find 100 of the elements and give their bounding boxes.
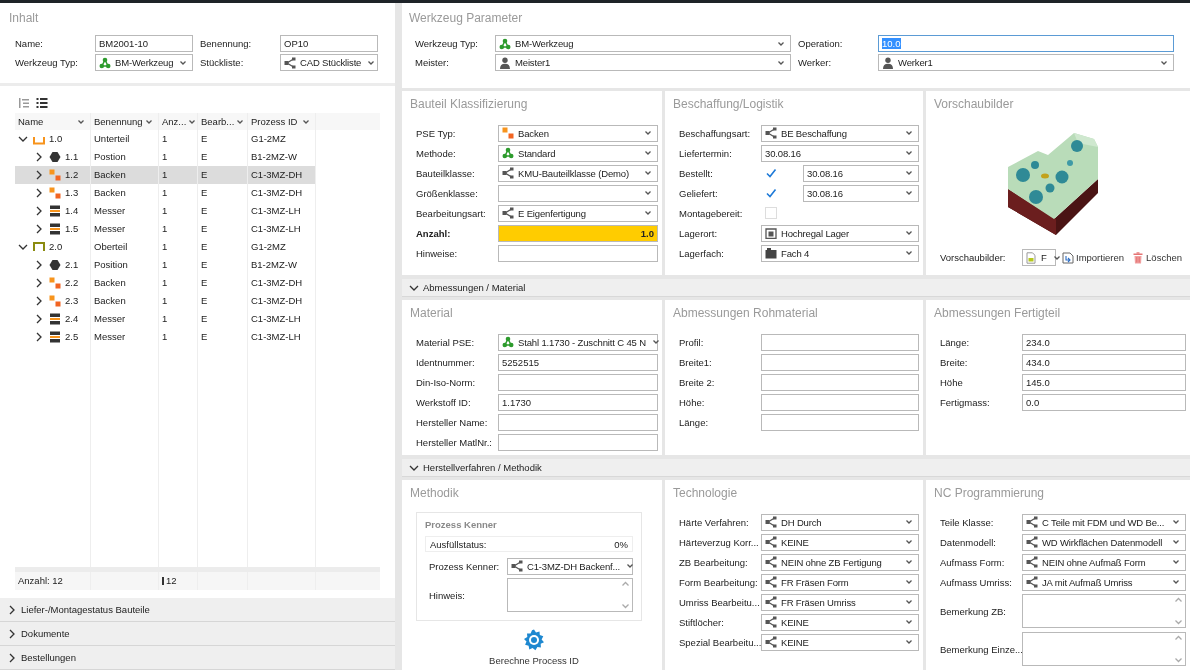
text-field[interactable]: 0.0: [1022, 393, 1186, 411]
dropdown[interactable]: BM-Werkzeug: [95, 54, 193, 71]
text-field[interactable]: [761, 373, 919, 391]
column-header[interactable]: Benennung: [91, 113, 159, 130]
tree-row[interactable]: 2.3 Backen 1 E C1-3MZ-DH: [15, 292, 316, 310]
squares-icon: [49, 187, 61, 199]
text-field[interactable]: [498, 413, 658, 431]
text-field[interactable]: [498, 373, 658, 391]
dropdown[interactable]: [498, 184, 658, 202]
dropdown[interactable]: DH Durch: [761, 513, 919, 531]
field-label: Fertigmass:: [940, 396, 991, 408]
text-field[interactable]: 145.0: [1022, 373, 1186, 391]
dropdown[interactable]: C1-3MZ-DH Backenf...: [507, 557, 633, 575]
tree-row[interactable]: 2.0 Oberteil 1 E G1-2MZ: [15, 238, 316, 256]
dropdown[interactable]: KEINE: [761, 633, 919, 651]
text-field[interactable]: OP10: [280, 35, 378, 52]
text-area[interactable]: [1022, 594, 1186, 628]
dropdown[interactable]: Backen: [498, 124, 658, 142]
section-header[interactable]: Herstellverfahren / Methodik: [402, 459, 1190, 477]
hexagon-icon: [49, 259, 61, 271]
text-field[interactable]: [761, 393, 919, 411]
dropdown[interactable]: C Teile mit FDM und WD Be...: [1022, 513, 1186, 531]
tree-row[interactable]: 1.4 Messer 1 E C1-3MZ-LH: [15, 202, 316, 220]
text-area[interactable]: [507, 578, 633, 612]
text-field[interactable]: 234.0: [1022, 333, 1186, 351]
text-field[interactable]: [761, 353, 919, 371]
tree-row[interactable]: 1.0 Unterteil 1 E G1-2MZ: [15, 130, 316, 148]
table-cell: 1: [159, 184, 198, 202]
stack-icon: [49, 223, 61, 235]
tree-view-icon[interactable]: [18, 97, 30, 109]
section-header[interactable]: Abmessungen / Material: [402, 279, 1190, 297]
table-cell: 1: [159, 130, 198, 148]
dropdown[interactable]: JA mit Aufmaß Umriss: [1022, 573, 1186, 591]
dropdown[interactable]: FR Fräsen Form: [761, 573, 919, 591]
checkbox[interactable]: [765, 167, 777, 179]
import-button[interactable]: Importieren: [1060, 251, 1127, 264]
tree-row[interactable]: 1.5 Messer 1 E C1-3MZ-LH: [15, 220, 316, 238]
text-field[interactable]: [498, 433, 658, 451]
section-title: Abmessungen Rohmaterial: [673, 306, 819, 320]
column-header[interactable]: Prozess ID: [248, 113, 316, 130]
dropdown[interactable]: 30.08.16: [761, 144, 919, 162]
dropdown[interactable]: NEIN ohne Aufmaß Form: [1022, 553, 1186, 571]
tree-row[interactable]: 2.1 Position 1 E B1-2MZ-W: [15, 256, 316, 274]
dropdown[interactable]: KEINE: [761, 533, 919, 551]
field-label: Umriss Bearbeitu...: [679, 596, 761, 608]
table-cell: 1: [159, 328, 198, 346]
table-cell: C1-3MZ-LH: [248, 220, 316, 238]
tree-row[interactable]: 2.4 Messer 1 E C1-3MZ-LH: [15, 310, 316, 328]
tree-row[interactable]: 1.2 Backen 1 E C1-3MZ-DH: [15, 166, 316, 184]
tree-row[interactable]: 2.5 Messer 1 E C1-3MZ-LH: [15, 328, 316, 346]
dropdown[interactable]: 30.08.16: [803, 164, 919, 182]
delete-button[interactable]: Löschen: [1130, 251, 1184, 264]
dropdown[interactable]: Meister1: [495, 54, 791, 71]
text-field[interactable]: 5252515: [498, 353, 658, 371]
field-label: Bemerkung Einze...: [940, 643, 1022, 655]
dropdown[interactable]: BE Beschaffung: [761, 124, 919, 142]
table-cell: E: [198, 220, 248, 238]
text-field[interactable]: [498, 244, 658, 262]
dropdown[interactable]: Fach 4: [761, 244, 919, 262]
list-icon[interactable]: [36, 97, 48, 109]
dropdown[interactable]: KEINE: [761, 613, 919, 631]
table-cell: Unterteil: [91, 130, 159, 148]
checkmark-icon: [765, 167, 777, 179]
text-area[interactable]: [1022, 632, 1186, 666]
text-field[interactable]: [761, 413, 919, 431]
dropdown[interactable]: NEIN ohne ZB Fertigung: [761, 553, 919, 571]
table-cell: Backen: [91, 274, 159, 292]
text-field[interactable]: 1.0: [498, 224, 658, 242]
stack-icon: [49, 331, 61, 343]
text-field[interactable]: 1.1730: [498, 393, 658, 411]
field-label: Beschaffungsart:: [679, 127, 752, 139]
text-field[interactable]: 434.0: [1022, 353, 1186, 371]
column-header[interactable]: Bearb...: [198, 113, 248, 130]
tree-row[interactable]: 2.2 Backen 1 E C1-3MZ-DH: [15, 274, 316, 292]
dropdown[interactable]: E Eigenfertigung: [498, 204, 658, 222]
dropdown[interactable]: CAD Stückliste: [280, 54, 378, 71]
dropdown[interactable]: Stahl 1.1730 - Zuschnitt C 45 N: [498, 333, 658, 351]
section-title: Beschaffung/Logistik: [673, 97, 785, 111]
field-label: Din-Iso-Norm:: [416, 376, 477, 388]
column-header[interactable]: Name: [15, 113, 91, 130]
dropdown[interactable]: Werker1: [878, 54, 1174, 71]
table-cell: 1: [159, 238, 198, 256]
text-field[interactable]: BM2001-10: [95, 35, 193, 52]
tree-row[interactable]: 1.3 Backen 1 E C1-3MZ-DH: [15, 184, 316, 202]
column-header[interactable]: Anz...: [159, 113, 198, 130]
field-label: Material PSE:: [416, 336, 476, 348]
text-field[interactable]: [761, 333, 919, 351]
dropdown[interactable]: BM-Werkzeug: [495, 35, 791, 52]
dropdown[interactable]: FR Fräsen Umriss: [761, 593, 919, 611]
table-cell: E: [198, 274, 248, 292]
calculate-button[interactable]: Berechne Process ID: [489, 629, 579, 666]
checkbox[interactable]: [765, 187, 777, 199]
dropdown[interactable]: Standard: [498, 144, 658, 162]
dropdown[interactable]: WD Wirkflächen Datenmodell: [1022, 533, 1186, 551]
section-title: Abmessungen Fertigteil: [934, 306, 1062, 320]
dropdown[interactable]: 30.08.16: [803, 184, 919, 202]
dropdown[interactable]: Hochregal Lager: [761, 224, 919, 242]
dropdown[interactable]: KMU-Bauteilklasse (Demo): [498, 164, 658, 182]
field-label: Datenmodell:: [940, 536, 997, 548]
section-title: NC Programmierung: [934, 486, 1046, 500]
